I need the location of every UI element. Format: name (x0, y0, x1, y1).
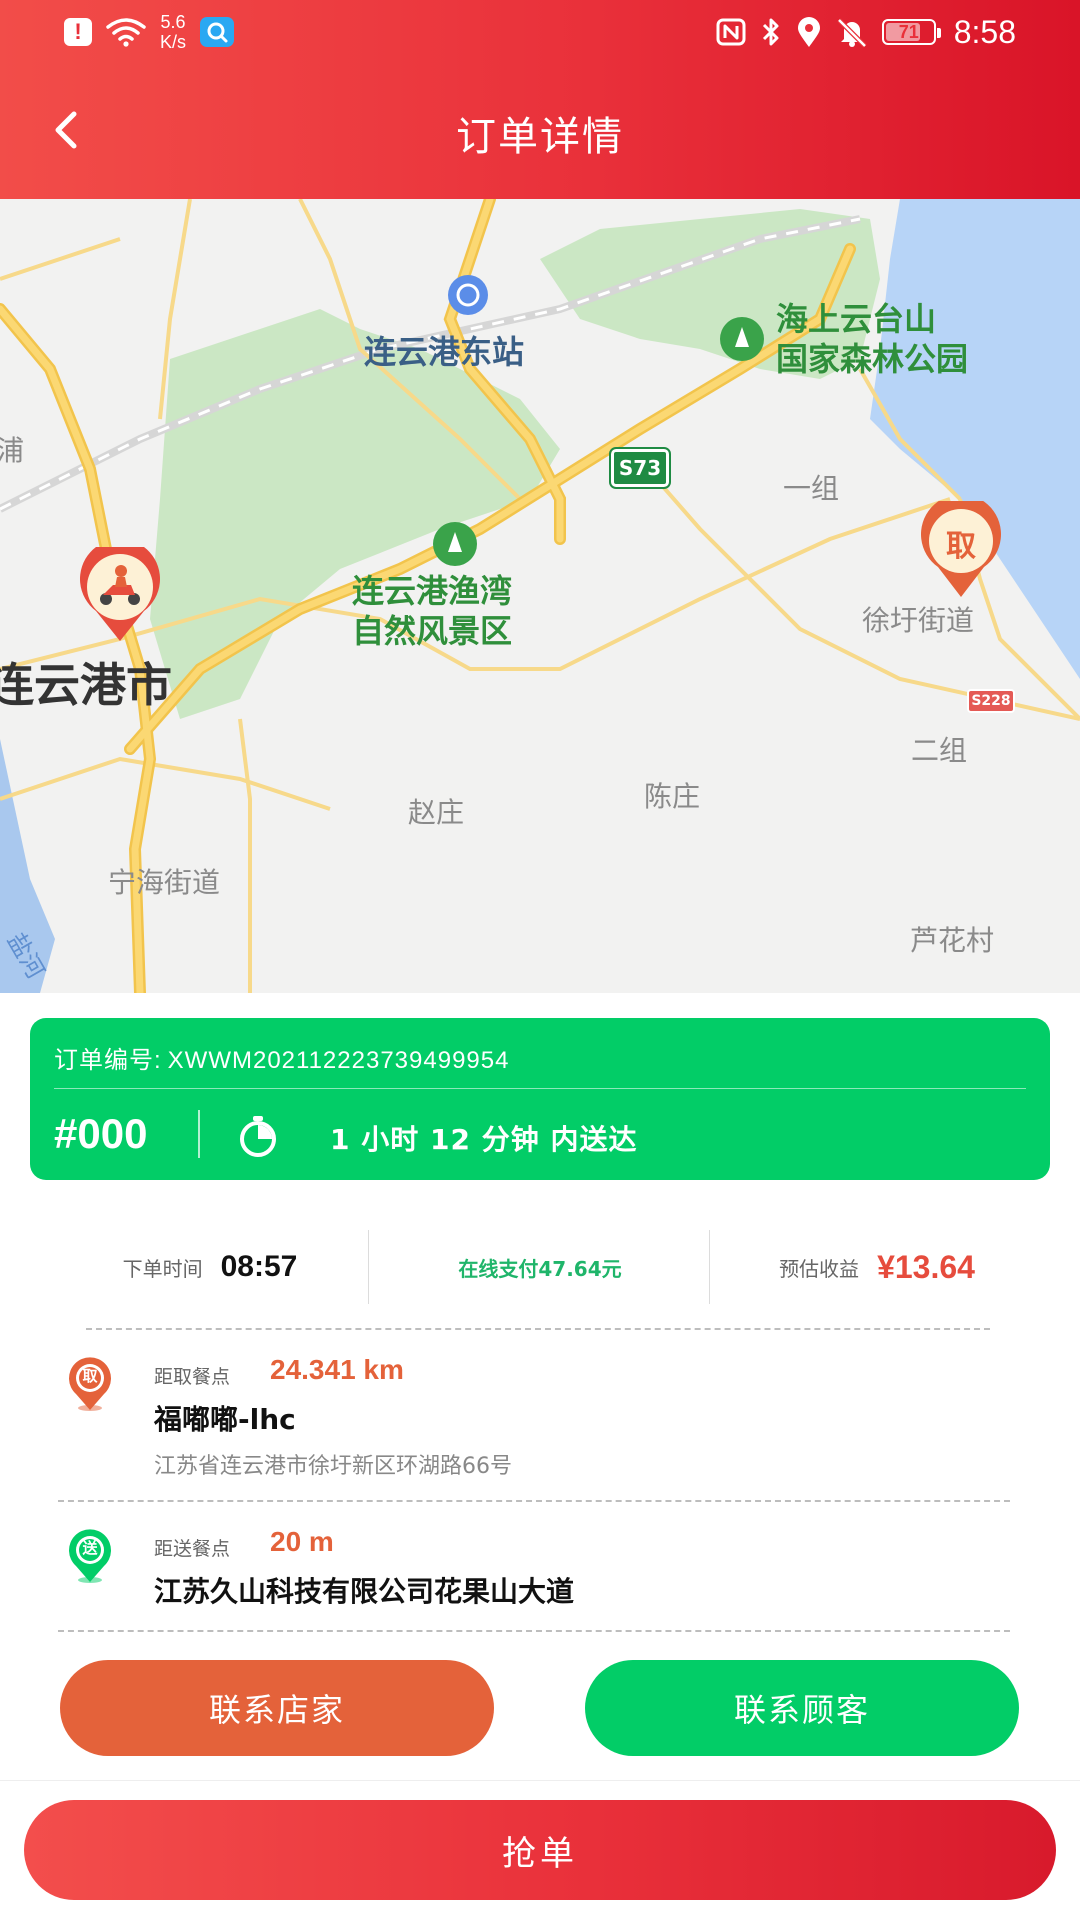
map-label-scenic-area: 连云港渔湾 自然风景区 (352, 572, 513, 650)
pickup-section: 取 距取餐点 24.341 km 福嘟嘟-lhc 江苏省连云港市徐圩新区环湖路6… (0, 1352, 1080, 1492)
dashed-divider (86, 1328, 990, 1330)
earnings-label: 预估收益 (779, 1256, 860, 1281)
mute-icon (836, 16, 868, 48)
search-app-icon (200, 17, 235, 47)
map-label-erzu: 二组 (911, 734, 968, 767)
payment-cell: 在线支付47.64元 (370, 1230, 710, 1304)
alert-icon: ! (64, 18, 92, 46)
highway-shield-small: S228 (967, 689, 1015, 713)
contact-customer-button[interactable]: 联系顾客 (585, 1660, 1019, 1756)
map-label-luhuacun: 芦花村 (910, 924, 995, 957)
order-time-value: 08:57 (220, 1250, 298, 1283)
location-icon (796, 16, 822, 48)
map-label-city: 连云港市 (0, 658, 172, 712)
highway-shield: S73 (609, 447, 671, 489)
order-info-row: 下单时间 08:57 在线支付47.64元 预估收益 ¥13.64 (0, 1230, 1080, 1304)
map-label-zhaozhuang: 赵庄 (408, 796, 465, 829)
order-sequence: #000 (54, 1110, 148, 1157)
map-label-pu: 浦 (0, 434, 25, 467)
payment-info: 在线支付47.64元 (458, 1256, 622, 1281)
delivery-distance: 20 m (270, 1526, 334, 1557)
wifi-icon (106, 17, 146, 47)
grab-order-button[interactable]: 抢单 (24, 1800, 1056, 1900)
delivery-location-icon: 送 (64, 1528, 116, 1584)
page-title: 订单详情 (456, 114, 624, 160)
map-label-station: 连云港东站 (364, 333, 525, 371)
dashed-divider (58, 1500, 1010, 1502)
earnings-cell: 预估收益 ¥13.64 (712, 1230, 1042, 1304)
map-label-ninghai: 宁海街道 (108, 866, 221, 899)
order-card: 订单编号: XWWM202112223739499954 #000 1 小时 12… (30, 1018, 1050, 1180)
status-time: 8:58 (953, 13, 1016, 50)
pickup-badge-text: 取 (82, 1367, 98, 1385)
earnings-value: ¥13.64 (877, 1248, 975, 1285)
nfc-icon (716, 17, 746, 47)
order-number: 订单编号: XWWM202112223739499954 (54, 1040, 509, 1075)
battery-level: 71 (898, 21, 919, 42)
bluetooth-icon (760, 16, 782, 48)
pickup-address: 江苏省连云港市徐圩新区环湖路66号 (154, 1454, 512, 1479)
order-time-cell: 下单时间 08:57 (60, 1230, 360, 1304)
pickup-distance: 24.341 km (270, 1354, 404, 1385)
order-number-label: 订单编号: (54, 1047, 162, 1074)
order-number-value: XWWM202112223739499954 (167, 1047, 510, 1074)
stopwatch-icon (236, 1114, 280, 1158)
status-bar: ! 5.6 K/s 71 8:58 (0, 0, 1080, 62)
order-time-label: 下单时间 (122, 1256, 203, 1281)
nav-bar: 订单详情 (0, 90, 1080, 170)
delivery-section: 送 距送餐点 20 m 江苏久山科技有限公司花果山大道 (0, 1524, 1080, 1624)
delivery-customer-name: 江苏久山科技有限公司花果山大道 (154, 1575, 575, 1608)
order-card-divider (54, 1088, 1026, 1089)
info-divider (709, 1230, 710, 1304)
net-speed: 5.6 K/s (160, 12, 186, 52)
app-header: ! 5.6 K/s 71 8:58 订单详情 (0, 0, 1080, 199)
map-view[interactable]: 连云港东站 海上云台山 国家森林公园 S73 S228 一组 徐圩街道 二组 连… (0, 199, 1080, 993)
map-label-yizu: 一组 (783, 472, 840, 505)
contact-shop-button[interactable]: 联系店家 (60, 1660, 494, 1756)
net-speed-unit: K/s (160, 32, 187, 52)
pickup-distance-label: 距取餐点 (154, 1366, 231, 1388)
scooter-rider-icon (80, 547, 160, 641)
status-left: ! 5.6 K/s (64, 10, 235, 54)
info-divider (368, 1230, 369, 1304)
map-label-forest-park: 海上云台山 国家森林公园 (776, 300, 969, 378)
pickup-location-icon: 取 (64, 1356, 116, 1412)
delivery-deadline: 1 小时 12 分钟 内送达 (330, 1123, 638, 1156)
map-label-xuwei: 徐圩街道 (862, 604, 975, 637)
pickup-store-name: 福嘟嘟-lhc (154, 1403, 296, 1436)
net-speed-value: 5.6 (160, 12, 186, 32)
battery-icon: 71 (881, 19, 941, 45)
map-label-chenzhuang: 陈庄 (644, 780, 701, 813)
delivery-badge-text: 送 (82, 1539, 98, 1557)
bottom-divider (0, 1780, 1080, 1781)
status-right: 71 8:58 (716, 10, 1016, 54)
delivery-distance-label: 距送餐点 (154, 1538, 231, 1560)
order-card-separator (198, 1110, 200, 1158)
dashed-divider (58, 1630, 1010, 1632)
pickup-marker-label: 取 (946, 529, 976, 564)
order-detail-screen: ! 5.6 K/s 71 8:58 订单详情 连云港东站 海上云台山 国家森林公… (0, 0, 1080, 1920)
